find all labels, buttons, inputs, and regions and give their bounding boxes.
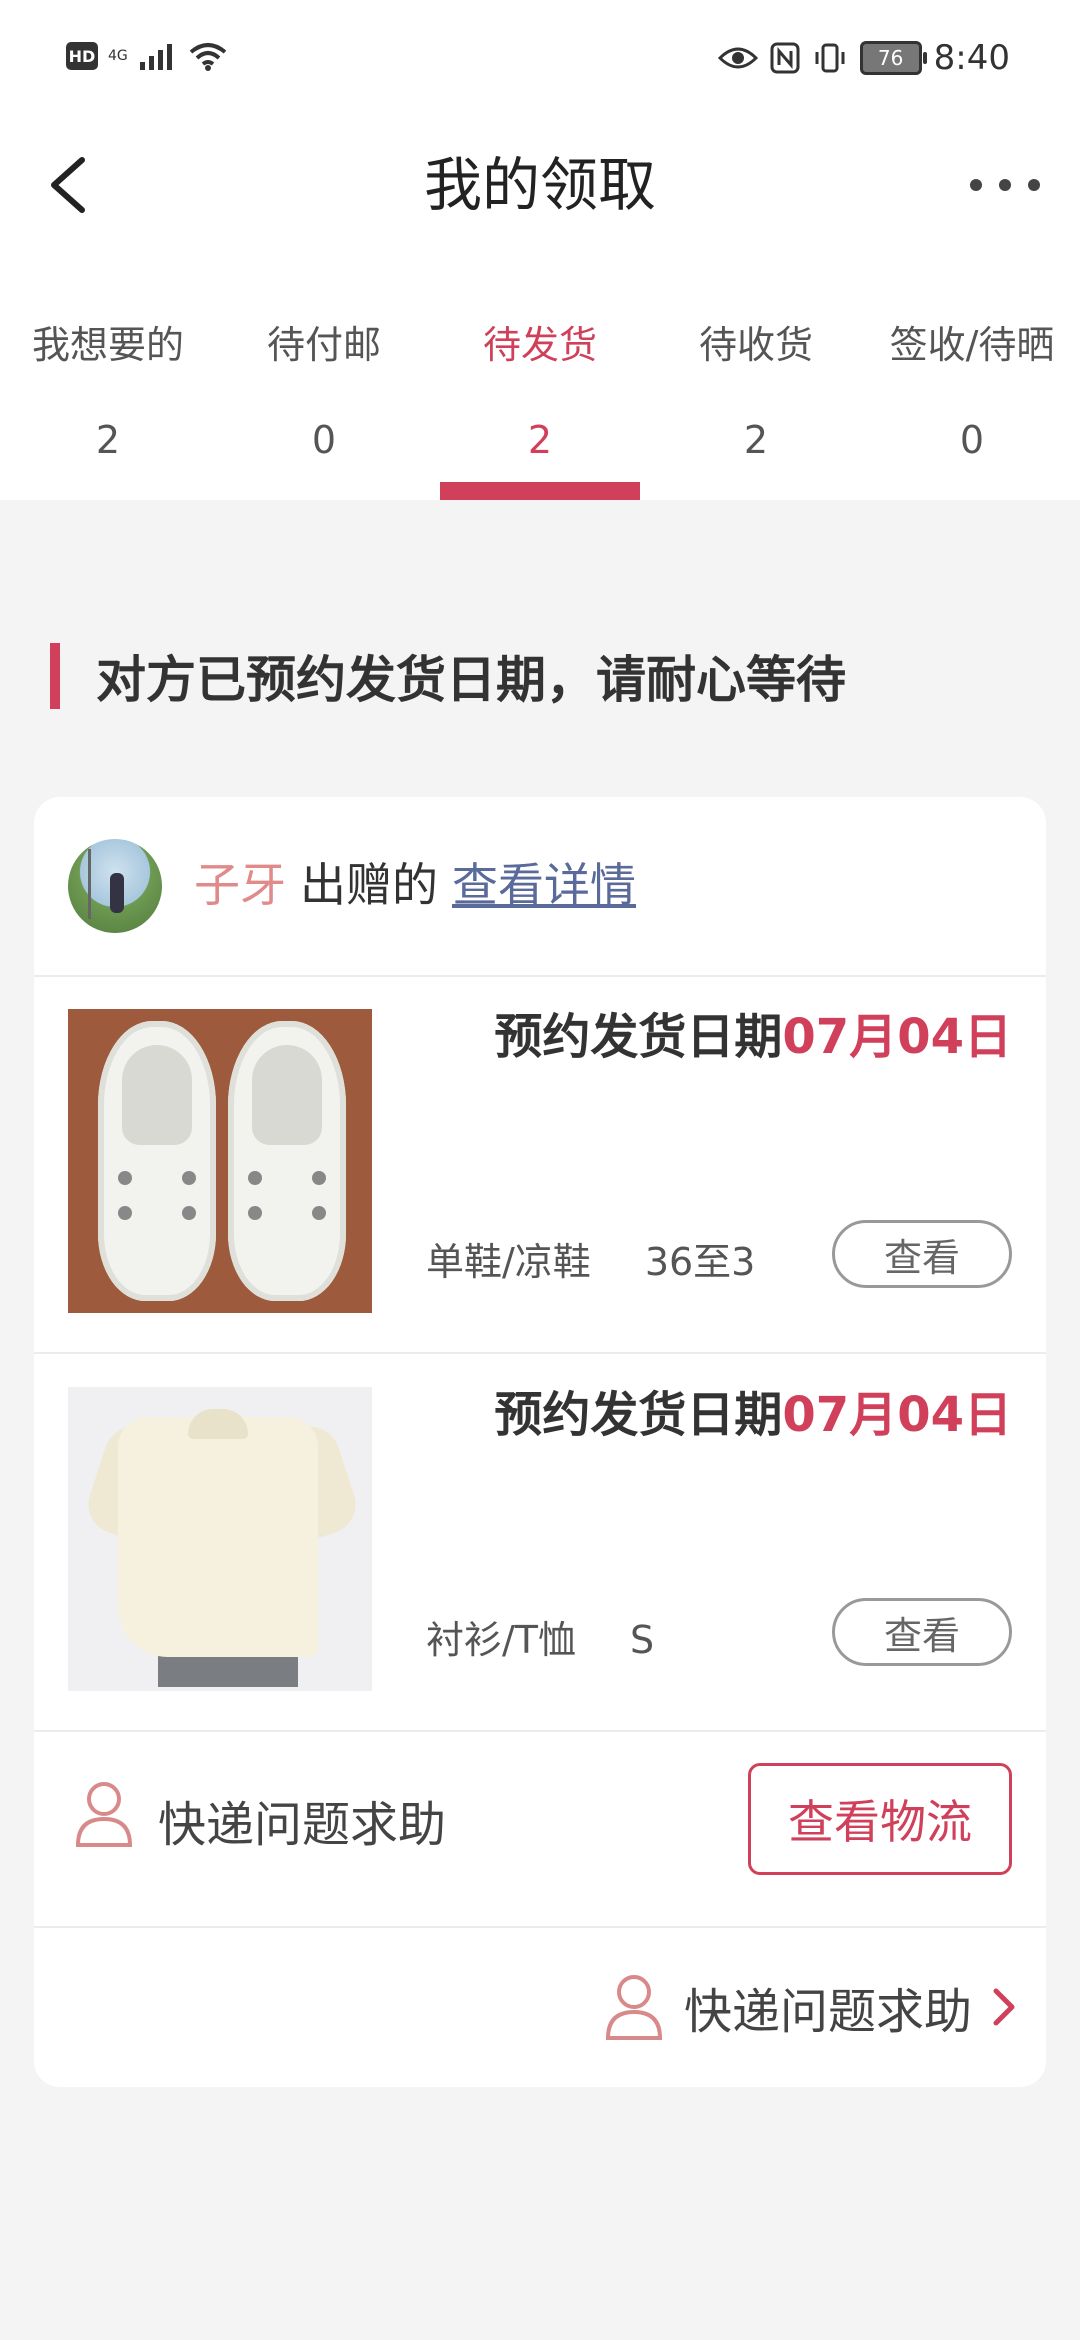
tab-count: 2 [743, 418, 769, 462]
list-item[interactable]: 预约发货日期07月04日 衬衫/T恤 S 查看 [34, 1353, 1046, 1732]
ship-date-label: 预约发货日期 [494, 1009, 783, 1065]
eyelet [182, 1206, 196, 1220]
item-category: 单鞋/凉鞋 [426, 1240, 591, 1284]
item-image-shoes[interactable] [68, 1009, 372, 1313]
page-title: 我的领取 [423, 151, 656, 219]
avatar[interactable] [68, 839, 162, 933]
eyelet [312, 1171, 326, 1185]
status-tabs: 我想要的 2 待付邮 0 待发货 2 待收货 2 签收/待晒 0 [0, 310, 1080, 500]
tab-pending-postage[interactable]: 待付邮 0 [216, 310, 432, 500]
giver-row: 子牙 出赠的 查看详情 [34, 797, 1046, 977]
item-size: S [630, 1618, 655, 1662]
clock: 8:40 [933, 38, 1010, 78]
view-button[interactable]: 查看 [832, 1220, 1012, 1288]
status-left: HD 4G [66, 40, 228, 72]
item-meta: 单鞋/凉鞋 36至3 [426, 1231, 755, 1286]
giver-info: 子牙 出赠的 查看详情 [194, 855, 636, 915]
shoe-left-shape [98, 1021, 216, 1301]
item-meta: 衬衫/T恤 S [426, 1609, 654, 1664]
giver-action-text: 出赠的 [300, 858, 438, 912]
shoe-opening [252, 1045, 322, 1145]
chevron-right-icon [993, 1988, 1015, 2026]
eyelet [312, 1206, 326, 1220]
tab-pending-shipment[interactable]: 待发货 2 [432, 310, 648, 500]
view-logistics-button[interactable]: 查看物流 [748, 1763, 1012, 1875]
network-label: 4G [108, 48, 128, 64]
section-accent-bar [50, 643, 60, 709]
tab-wanted[interactable]: 我想要的 2 [0, 310, 216, 500]
ship-date: 预约发货日期07月04日 [494, 1383, 1012, 1447]
ship-date-value: 07月04日 [782, 1387, 1012, 1443]
shoe-opening [122, 1045, 192, 1145]
section-title: 对方已预约发货日期，请耐心等待 [96, 651, 846, 709]
more-options-button[interactable] [970, 160, 1040, 210]
tab-label: 待付邮 [266, 323, 381, 367]
section-header: 对方已预约发货日期，请耐心等待 [50, 640, 846, 712]
view-button[interactable]: 查看 [832, 1598, 1012, 1666]
item-image-shirt[interactable] [68, 1387, 372, 1691]
giver-name[interactable]: 子牙 [194, 858, 286, 912]
more-dot-icon [999, 179, 1011, 191]
shirt-body-shape [118, 1417, 318, 1657]
top-header-area: HD 4G 76 8:40 我的领取 我想要的 2 待付邮 0 待发货 2 待收… [0, 0, 1080, 500]
ship-date-value: 07月04日 [782, 1009, 1012, 1065]
vibrate-icon [815, 43, 845, 73]
tab-label: 待发货 [482, 323, 597, 367]
eyelet [182, 1171, 196, 1185]
title-bar: 我的领取 [0, 130, 1080, 240]
tab-pending-receipt[interactable]: 待收货 2 [648, 310, 864, 500]
eyelet [248, 1171, 262, 1185]
order-card: 子牙 出赠的 查看详情 预约发货日期07月04日 单鞋/凉鞋 36至3 查看 预… [34, 797, 1046, 2087]
more-dot-icon [970, 179, 982, 191]
tab-count: 0 [959, 418, 985, 462]
nfc-icon [770, 42, 800, 74]
eyelet [248, 1206, 262, 1220]
wifi-icon [189, 43, 227, 71]
tab-count: 2 [527, 418, 553, 462]
view-details-link[interactable]: 查看详情 [452, 858, 636, 912]
eye-icon [717, 47, 758, 69]
status-bar: HD 4G 76 8:40 [0, 0, 1080, 120]
eyelet [118, 1206, 132, 1220]
item-category: 衬衫/T恤 [426, 1618, 577, 1662]
eyelet [118, 1171, 132, 1185]
hd-icon: HD [66, 42, 98, 70]
tab-label: 签收/待晒 [889, 323, 1055, 367]
courier-help-label: 快递问题求助 [683, 1984, 972, 2040]
list-item[interactable]: 预约发货日期07月04日 单鞋/凉鞋 36至3 查看 [34, 975, 1046, 1354]
tab-received[interactable]: 签收/待晒 0 [864, 310, 1080, 500]
more-dot-icon [1028, 179, 1040, 191]
ship-date: 预约发货日期07月04日 [494, 1005, 1012, 1069]
tab-label: 我想要的 [31, 323, 184, 367]
help-row: 快递问题求助 查看物流 [34, 1731, 1046, 1928]
ship-date-label: 预约发货日期 [494, 1387, 783, 1443]
person-icon [605, 1975, 662, 2040]
tab-indicator [440, 482, 640, 500]
person-icon [75, 1782, 133, 1847]
tab-count: 0 [311, 418, 337, 462]
item-size: 36至3 [644, 1240, 756, 1284]
tab-count: 2 [95, 418, 121, 462]
signal-icon [139, 44, 172, 70]
courier-help-button[interactable]: 快递问题求助 [604, 1972, 1018, 2042]
shirt-collar-shape [188, 1409, 248, 1439]
shoe-right-shape [228, 1021, 346, 1301]
tab-label: 待收货 [698, 323, 813, 367]
help-bottom-row: 快递问题求助 [34, 1928, 1046, 2087]
battery-icon: 76 [859, 41, 927, 75]
courier-help-link[interactable]: 快递问题求助 [158, 1785, 446, 1855]
status-right: 76 8:40 [717, 38, 1010, 78]
